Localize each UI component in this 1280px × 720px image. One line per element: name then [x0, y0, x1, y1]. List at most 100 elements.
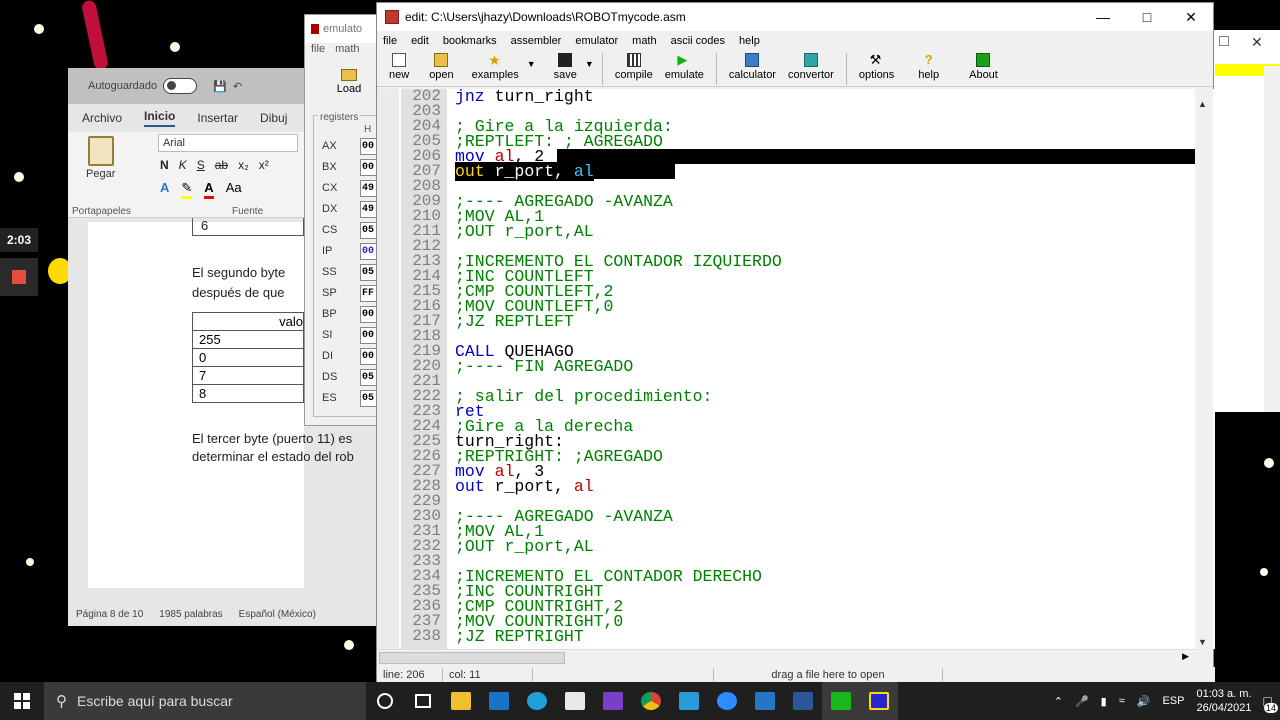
- horizontal-scrollbar[interactable]: ▶: [377, 649, 1197, 665]
- examples-dropdown-icon[interactable]: ▼: [525, 59, 538, 69]
- menu-bookmarks[interactable]: bookmarks: [443, 35, 497, 47]
- clock[interactable]: 01:03 a. m. 26/04/2021: [1196, 687, 1251, 715]
- horizontal-scroll-thumb[interactable]: [379, 652, 565, 664]
- chrome-icon[interactable]: [632, 682, 670, 720]
- strikethrough-button[interactable]: ab: [215, 158, 228, 172]
- notifications-icon[interactable]: □ 14: [1264, 693, 1278, 713]
- code-line[interactable]: ;---- AGREGADO -AVANZA: [455, 193, 1195, 210]
- menu-file[interactable]: file: [311, 43, 325, 61]
- code-line[interactable]: ;OUT r_port,AL: [455, 538, 1195, 555]
- code-line[interactable]: ;---- FIN AGREGADO: [455, 358, 1195, 375]
- cortana-icon[interactable]: [366, 682, 404, 720]
- code-line[interactable]: ;REPTRIGHT: ;AGREGADO: [455, 448, 1195, 465]
- save-button[interactable]: save: [548, 51, 583, 87]
- font-color-icon[interactable]: A: [204, 180, 214, 199]
- battery-icon[interactable]: ▮: [1101, 695, 1107, 708]
- menu-ascii-codes[interactable]: ascii codes: [671, 35, 725, 47]
- task-view-icon[interactable]: [404, 682, 442, 720]
- paste-label[interactable]: Pegar: [86, 168, 115, 180]
- new-button[interactable]: new: [383, 51, 415, 87]
- code-line[interactable]: jnz turn_right: [455, 89, 1195, 105]
- code-line[interactable]: ;Gire a la derecha: [455, 418, 1195, 435]
- emulate-button[interactable]: ▶ emulate: [659, 51, 710, 87]
- menu-edit[interactable]: edit: [411, 35, 429, 47]
- menu-help[interactable]: help: [739, 35, 760, 47]
- code-line[interactable]: ;JZ REPTRIGHT: [455, 628, 1195, 645]
- snipping-icon[interactable]: [670, 682, 708, 720]
- mail-icon[interactable]: [480, 682, 518, 720]
- app-icon[interactable]: [746, 682, 784, 720]
- close-button[interactable]: ✕: [1169, 3, 1213, 31]
- volume-icon[interactable]: 🔊: [1137, 695, 1151, 708]
- highlight-icon[interactable]: ✎: [181, 180, 193, 199]
- load-button[interactable]: Load: [327, 69, 371, 95]
- autosave-toggle[interactable]: [163, 78, 198, 94]
- superscript-button[interactable]: x²: [259, 158, 269, 172]
- font-name-box[interactable]: Arial: [158, 134, 298, 152]
- stop-record-button[interactable]: [0, 258, 38, 296]
- code-editor[interactable]: 202 203 204 205 206 207 208 209 210 211 212 213 214 2…: [377, 89, 1215, 649]
- undo-icon[interactable]: ↶: [233, 80, 242, 93]
- scrollbar[interactable]: [1264, 66, 1280, 412]
- convertor-button[interactable]: convertor: [782, 51, 840, 87]
- underline-button[interactable]: S: [197, 158, 205, 172]
- scroll-right-icon[interactable]: ▶: [1182, 651, 1189, 662]
- about-button[interactable]: About: [963, 51, 1004, 87]
- bold-button[interactable]: N: [160, 158, 169, 172]
- menu-math[interactable]: math: [335, 43, 359, 61]
- emu8086-taskbar-icon[interactable]: [822, 682, 860, 720]
- wifi-icon[interactable]: ≈: [1119, 695, 1125, 707]
- help-button[interactable]: ? help: [912, 51, 945, 87]
- maximize-button[interactable]: □: [1125, 3, 1169, 31]
- open-button[interactable]: open: [423, 51, 459, 87]
- text-effects-icon[interactable]: A: [160, 180, 169, 199]
- code-line[interactable]: ;REPTLEFT: ; AGREGADO: [455, 133, 1195, 150]
- examples-button[interactable]: ★ examples: [466, 51, 525, 87]
- code-line[interactable]: out r_port, al: [455, 478, 1195, 495]
- code-line[interactable]: ;---- AGREGADO -AVANZA: [455, 508, 1195, 525]
- code-line[interactable]: ;JZ REPTLEFT: [455, 313, 1195, 330]
- page-count[interactable]: Página 8 de 10: [76, 609, 143, 620]
- code-line[interactable]: ;OUT r_port,AL: [455, 223, 1195, 240]
- menu-emulator[interactable]: emulator: [575, 35, 618, 47]
- word-count[interactable]: 1985 palabras: [159, 609, 222, 620]
- tab-archivo[interactable]: Archivo: [82, 111, 122, 125]
- zoom-icon[interactable]: [708, 682, 746, 720]
- store-icon[interactable]: [556, 682, 594, 720]
- font-size-icon[interactable]: Aa: [226, 180, 242, 199]
- calculator-button[interactable]: calculator: [723, 51, 782, 87]
- close-icon[interactable]: ✕: [1251, 34, 1263, 51]
- scroll-up-icon[interactable]: ▲: [1198, 99, 1207, 109]
- save-dropdown-icon[interactable]: ▼: [583, 59, 596, 69]
- subscript-button[interactable]: x₂: [238, 158, 249, 172]
- compile-button[interactable]: compile: [609, 51, 659, 87]
- language-indicator[interactable]: ESP: [1162, 695, 1184, 707]
- menu-file[interactable]: file: [383, 35, 397, 47]
- file-explorer-icon[interactable]: [442, 682, 480, 720]
- scroll-down-icon[interactable]: ▼: [1198, 637, 1207, 647]
- code-line[interactable]: out r_port, al: [455, 162, 1195, 181]
- start-button[interactable]: [0, 682, 44, 720]
- tab-dibujar[interactable]: Dibuj: [260, 111, 287, 125]
- paste-icon[interactable]: [88, 136, 114, 166]
- chevron-up-icon[interactable]: ⌃: [1054, 695, 1063, 708]
- minimize-button[interactable]: —: [1081, 3, 1125, 31]
- options-button[interactable]: ⚒ options: [853, 51, 900, 87]
- menu-assembler[interactable]: assembler: [511, 35, 562, 47]
- microphone-icon[interactable]: 🎤: [1075, 695, 1089, 708]
- word-icon[interactable]: [784, 682, 822, 720]
- maximize-icon[interactable]: [1219, 36, 1229, 46]
- visual-studio-icon[interactable]: [594, 682, 632, 720]
- tab-inicio[interactable]: Inicio: [144, 109, 176, 127]
- italic-button[interactable]: K: [179, 158, 187, 172]
- menu-math[interactable]: math: [632, 35, 656, 47]
- vertical-scrollbar[interactable]: ▲ ▼: [1195, 89, 1213, 649]
- emulator-taskbar-icon[interactable]: [860, 682, 898, 720]
- code-line[interactable]: ; salir del procedimiento:: [455, 388, 1195, 405]
- tab-insertar[interactable]: Insertar: [197, 111, 238, 125]
- language-indicator[interactable]: Español (México): [239, 609, 316, 620]
- edge-icon[interactable]: [518, 682, 556, 720]
- bookmark-gutter[interactable]: [377, 89, 399, 649]
- save-icon[interactable]: 💾: [213, 80, 227, 93]
- taskbar-search[interactable]: ⚲ Escribe aquí para buscar: [44, 682, 366, 720]
